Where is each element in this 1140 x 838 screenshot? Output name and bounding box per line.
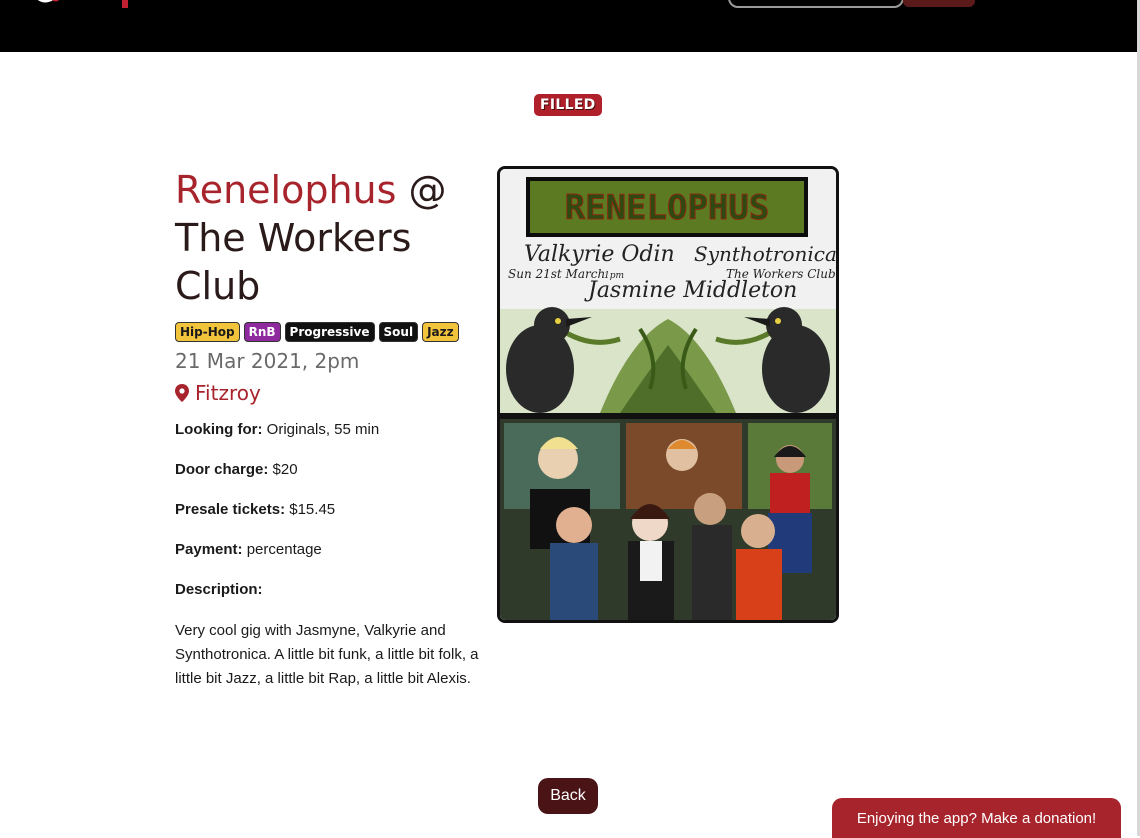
payment-label: Payment:	[175, 541, 243, 558]
top-navbar	[0, 0, 1137, 52]
looking-for-row: Looking for: Originals, 55 min	[175, 421, 379, 438]
looking-for-label: Looking for:	[175, 421, 263, 438]
genre-tag-soul: Soul	[378, 322, 419, 342]
poster-logo-text: RENELOPHUS	[565, 188, 770, 228]
poster-artist-3: Jasmine Middleton	[584, 278, 797, 303]
door-charge-value: $20	[272, 461, 298, 478]
location-label: Fitzroy	[195, 381, 261, 405]
genre-tag-jazz: Jazz	[422, 322, 459, 342]
nav-button[interactable]	[903, 0, 975, 7]
genre-tag-hip-hop: Hip-Hop	[175, 322, 240, 342]
search-input[interactable]	[728, 0, 904, 8]
description-heading: Description:	[175, 581, 263, 598]
door-charge-row: Door charge: $20	[175, 461, 298, 478]
door-charge-label: Door charge:	[175, 461, 269, 478]
poster-art: RENELOPHUS Valkyrie Odin Synthotronica S…	[500, 169, 836, 620]
genre-tags: Hip-Hop RnB Progressive Soul Jazz	[175, 322, 459, 342]
payment-value: percentage	[246, 541, 322, 558]
payment-row: Payment: percentage	[175, 541, 322, 558]
description-text: Very cool gig with Jasmyne, Valkyrie and…	[175, 622, 479, 687]
poster-artist-2: Synthotronica	[694, 242, 836, 266]
looking-for-value: Originals, 55 min	[266, 421, 380, 438]
gig-poster[interactable]: RENELOPHUS Valkyrie Odin Synthotronica S…	[497, 166, 839, 623]
description-label: Description:	[175, 581, 263, 598]
poster-artist-1: Valkyrie Odin	[524, 242, 675, 267]
presale-row: Presale tickets: $15.45	[175, 501, 335, 518]
presale-value: $15.45	[289, 501, 336, 518]
back-button[interactable]: Back	[538, 778, 598, 814]
gig-date: 21 Mar 2021, 2pm	[175, 349, 360, 373]
donate-button[interactable]: Enjoying the app? Make a donation!	[832, 798, 1121, 838]
presale-label: Presale tickets:	[175, 501, 286, 518]
band-name[interactable]: Renelophus	[175, 168, 396, 212]
venue-name: The Workers Club	[175, 216, 412, 308]
status-badge: FILLED	[534, 94, 602, 116]
title-at: @	[408, 168, 447, 212]
gig-location[interactable]: Fitzroy	[175, 381, 261, 405]
genre-tag-rnb: RnB	[243, 322, 281, 342]
genre-tag-progressive: Progressive	[284, 322, 375, 342]
app-logo[interactable]	[26, 0, 136, 10]
gig-title: Renelophus @ The Workers Club	[175, 166, 475, 310]
map-pin-icon	[175, 384, 189, 402]
